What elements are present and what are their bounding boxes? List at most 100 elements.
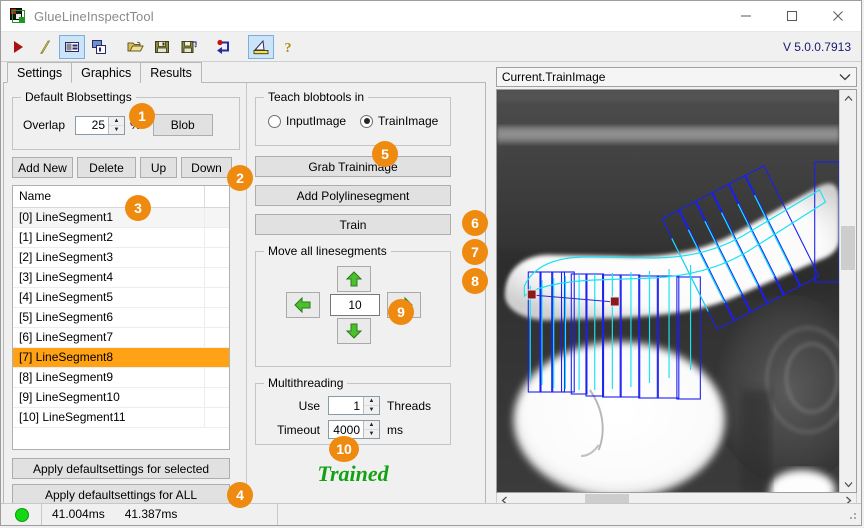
- window-controls: [723, 1, 861, 31]
- overlap-input[interactable]: [76, 116, 109, 134]
- image-vertical-scrollbar[interactable]: [839, 90, 856, 492]
- image-viewer-panel: Current.TrainImage: [492, 62, 861, 509]
- timeout-stepper[interactable]: ▲ ▼: [328, 420, 380, 439]
- resize-grip-icon[interactable]: [846, 509, 858, 521]
- vertical-scroll-thumb[interactable]: [841, 226, 855, 270]
- overlap-spin-arrows[interactable]: ▲ ▼: [108, 116, 125, 134]
- threads-stepper[interactable]: ▲ ▼: [328, 396, 380, 415]
- list-item-label: [6] LineSegment7: [13, 328, 205, 347]
- list-item-label: [3] LineSegment4: [13, 268, 205, 287]
- down-button[interactable]: Down: [181, 157, 232, 178]
- table-row[interactable]: [4] LineSegment5: [13, 288, 229, 308]
- timeout-unit: ms: [387, 422, 403, 437]
- overlap-stepper[interactable]: ▲ ▼: [75, 115, 126, 135]
- table-row[interactable]: [10] LineSegment11: [13, 408, 229, 428]
- table-row-selected[interactable]: [7] LineSegment8: [13, 348, 229, 368]
- table-row[interactable]: [8] LineSegment9: [13, 368, 229, 388]
- table-row[interactable]: [3] LineSegment4: [13, 268, 229, 288]
- list-item-label: [0] LineSegment1: [13, 208, 205, 227]
- tab-settings[interactable]: Settings: [7, 62, 73, 83]
- scroll-down-button[interactable]: [840, 476, 856, 492]
- list-item-label: [5] LineSegment6: [13, 308, 205, 327]
- callout-10: 10: [329, 436, 359, 462]
- threads-input[interactable]: [329, 397, 363, 414]
- main-toolbar: ? V 5.0.0.7913: [1, 32, 861, 62]
- overlap-spin-down-icon[interactable]: ▼: [109, 126, 124, 134]
- radio-checked-icon: [360, 114, 374, 128]
- callout-5: 5: [372, 141, 398, 167]
- open-folder-icon[interactable]: [122, 35, 148, 59]
- lightning-icon[interactable]: [32, 35, 58, 59]
- tab-graphics[interactable]: Graphics: [71, 62, 142, 83]
- timeout-spin-up-icon[interactable]: ▲: [364, 421, 379, 430]
- default-blobsettings-group: Default Blobsettings Overlap ▲ ▼: [12, 90, 240, 150]
- chevron-down-icon[interactable]: [834, 73, 856, 81]
- settings-panel: Settings Graphics Results Default Blobse…: [1, 62, 490, 508]
- threads-spin-down-icon[interactable]: ▼: [364, 406, 379, 414]
- delete-button[interactable]: Delete: [77, 157, 136, 178]
- settings-tab-content: Default Blobsettings Overlap ▲ ▼: [3, 82, 486, 508]
- threads-spin-arrows[interactable]: ▲ ▼: [363, 397, 379, 414]
- apply-defaults-all-button[interactable]: Apply defaultsettings for ALL: [12, 484, 230, 505]
- train-button[interactable]: Train: [255, 214, 451, 235]
- move-up-button[interactable]: [337, 266, 371, 292]
- add-new-button[interactable]: Add New: [12, 157, 73, 178]
- measure-icon[interactable]: [248, 34, 274, 59]
- move-left-button[interactable]: [286, 292, 320, 318]
- radio-train-image[interactable]: TrainImage: [360, 114, 438, 128]
- threads-unit: Threads: [387, 398, 432, 413]
- arrow-up-icon: [345, 271, 363, 287]
- callout-9: 9: [388, 299, 414, 325]
- blob-button[interactable]: Blob: [152, 114, 213, 136]
- minimize-button[interactable]: [723, 1, 769, 31]
- status-time-2: 41.387ms: [124, 507, 178, 521]
- callout-6: 6: [462, 210, 488, 236]
- threads-spin-up-icon[interactable]: ▲: [364, 397, 379, 406]
- move-down-button[interactable]: [337, 318, 371, 344]
- list-item-label: [10] LineSegment11: [13, 408, 205, 427]
- table-row[interactable]: [5] LineSegment6: [13, 308, 229, 328]
- load-record-icon[interactable]: [212, 35, 238, 59]
- app-logo-icon: [10, 8, 26, 24]
- segments-column: Default Blobsettings Overlap ▲ ▼: [4, 83, 240, 505]
- callout-2: 2: [227, 165, 253, 191]
- run-icon[interactable]: [5, 35, 31, 59]
- window-title: GlueLineInspectTool: [34, 8, 154, 24]
- title-bar: GlueLineInspectTool: [1, 1, 861, 32]
- help-icon[interactable]: ?: [275, 35, 301, 59]
- card-view-icon[interactable]: [59, 34, 85, 59]
- table-row[interactable]: [6] LineSegment7: [13, 328, 229, 348]
- main-body: Settings Graphics Results Default Blobse…: [1, 62, 861, 509]
- teach-blobtools-group: Teach blobtools in InputImage TrainImage: [255, 90, 451, 146]
- close-button[interactable]: [815, 1, 861, 31]
- table-row[interactable]: [1] LineSegment2: [13, 228, 229, 248]
- tab-results[interactable]: Results: [140, 62, 202, 83]
- inspection-image-canvas[interactable]: [496, 90, 839, 492]
- timeout-spin-down-icon[interactable]: ▼: [364, 430, 379, 438]
- list-header-name: Name: [13, 186, 205, 207]
- radio-input-image[interactable]: InputImage: [268, 114, 346, 128]
- arrow-down-icon: [345, 323, 363, 339]
- timeout-spin-arrows[interactable]: ▲ ▼: [363, 421, 379, 438]
- apply-defaults-selected-button[interactable]: Apply defaultsettings for selected: [12, 458, 230, 479]
- save-as-icon[interactable]: [176, 35, 202, 59]
- add-polylinesegment-button[interactable]: Add Polylinesegment: [255, 185, 451, 206]
- table-row[interactable]: [2] LineSegment3: [13, 248, 229, 268]
- grab-trainimage-button[interactable]: Grab Trainimage: [255, 156, 451, 177]
- table-row[interactable]: [0] LineSegment1: [13, 208, 229, 228]
- image-source-dropdown[interactable]: Current.TrainImage: [495, 67, 857, 87]
- save-icon[interactable]: [149, 35, 175, 59]
- image-canvas-wrapper: [495, 89, 857, 493]
- scroll-up-button[interactable]: [840, 90, 856, 106]
- up-button[interactable]: Up: [140, 157, 177, 178]
- multithreading-legend: Multithreading: [264, 376, 348, 390]
- table-row[interactable]: [9] LineSegment10: [13, 388, 229, 408]
- overlap-spin-up-icon[interactable]: ▲: [109, 117, 125, 126]
- copy-card-icon[interactable]: [86, 35, 112, 59]
- radio-input-image-label: InputImage: [286, 114, 347, 128]
- maximize-button[interactable]: [769, 1, 815, 31]
- linesegment-list[interactable]: Name [0] LineSegment1 [1] LineSegment2 […: [12, 185, 230, 450]
- move-step-input[interactable]: 10: [330, 294, 380, 316]
- list-item-label: [1] LineSegment2: [13, 228, 205, 247]
- move-linesegments-group: Move all linesegments 10: [255, 244, 451, 367]
